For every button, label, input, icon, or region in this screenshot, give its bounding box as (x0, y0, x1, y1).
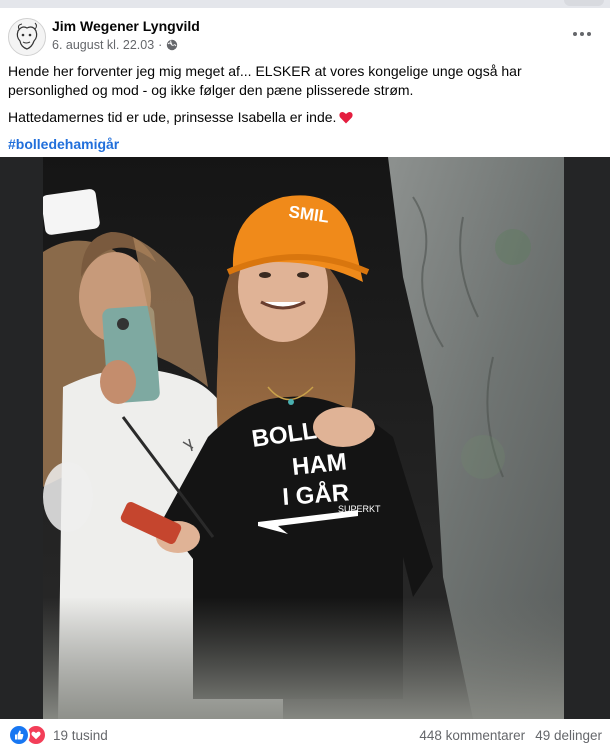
post-text: Hende her forventer jeg mig meget af... … (8, 62, 602, 162)
post-card: Jim Wegener Lyngvild 6. august kl. 22.03… (0, 8, 610, 750)
heart-emoji-icon (339, 111, 354, 124)
shirt-line-2: HAM (291, 448, 348, 481)
reactions-summary[interactable]: 19 tusind (8, 724, 108, 746)
hashtag-link[interactable]: #bolledehamigår (8, 135, 602, 154)
post-meta: 6. august kl. 22.03 · (52, 38, 178, 52)
post-paragraph: Hende her forventer jeg mig meget af... … (8, 63, 522, 98)
ellipsis-icon[interactable] (570, 24, 594, 44)
reactions-count[interactable]: 19 tusind (53, 728, 108, 743)
post-header: Jim Wegener Lyngvild 6. august kl. 22.03… (8, 16, 602, 60)
thumbs-up-icon (8, 724, 30, 746)
shirt-brand: SUPERKT (338, 504, 381, 514)
browser-top-strip (0, 0, 610, 8)
meta-separator: · (158, 38, 163, 52)
photo-container: SMIL BOLLE HAM I GÅR SUPERKT (0, 157, 610, 719)
post-timestamp[interactable]: 6. august kl. 22.03 (52, 38, 154, 52)
post-paragraph: Hattedamernes tid er ude, prinsesse Isab… (8, 108, 602, 127)
post-footer: 19 tusind 448 kommentarer 49 delinger (8, 720, 602, 750)
scroll-handle[interactable] (564, 0, 604, 6)
author-name[interactable]: Jim Wegener Lyngvild (52, 18, 200, 34)
comments-count[interactable]: 448 kommentarer (419, 728, 525, 743)
engagement-stats: 448 kommentarer 49 delinger (419, 728, 602, 743)
globe-icon[interactable] (166, 39, 178, 51)
post-photo[interactable]: SMIL BOLLE HAM I GÅR SUPERKT (43, 157, 564, 719)
author-avatar[interactable] (8, 18, 46, 56)
shares-count[interactable]: 49 delinger (535, 728, 602, 743)
